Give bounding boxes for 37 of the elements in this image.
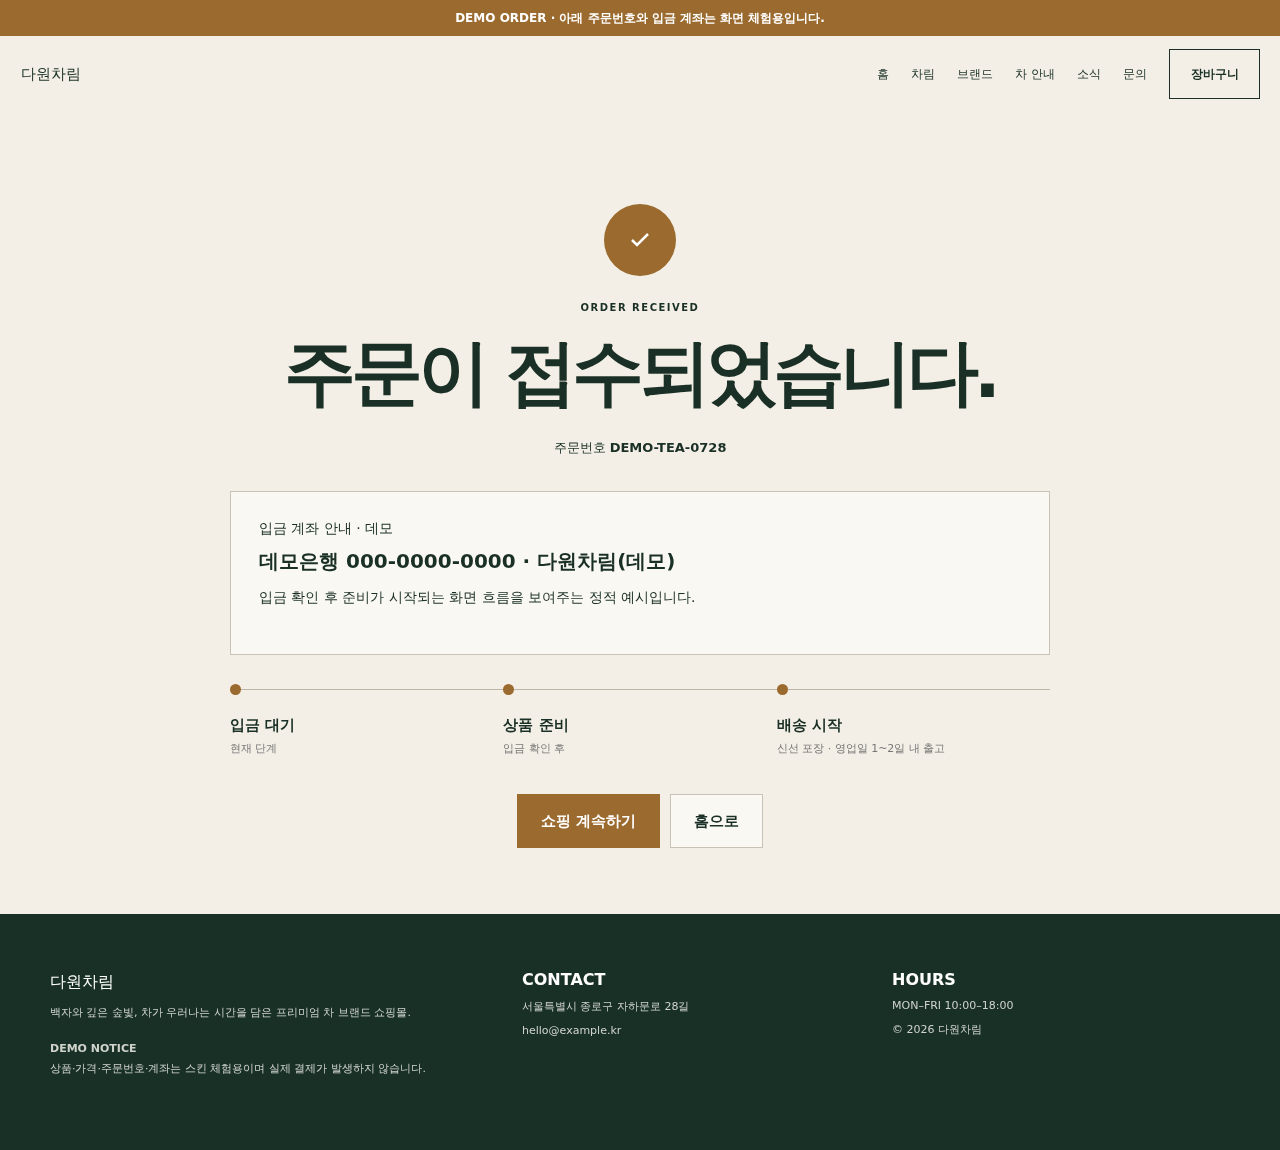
site-logo[interactable]: 다원차림 xyxy=(21,64,81,84)
nav-link[interactable]: 차 안내 xyxy=(1015,65,1055,83)
footer-text: MON–FRI 10:00–18:00 xyxy=(892,999,1015,1012)
step-dot xyxy=(230,684,241,695)
page-title: 주문이 접수되었습니다. xyxy=(283,329,997,416)
cart-button[interactable]: 장바구니 xyxy=(1169,49,1260,99)
order-number: 주문번호 DEMO-TEA-0728 xyxy=(553,439,727,457)
notice-text: 상품·가격·주문번호·계좌는 스킨 체험용이며 실제 결제가 발생하지 않습니다. xyxy=(50,1061,427,1076)
footer-text: © 2026 다원차림 xyxy=(892,1022,983,1037)
footer-text: 서울특별시 종로구 자하문로 28길 xyxy=(522,999,691,1014)
notice-title: DEMO NOTICE xyxy=(50,1042,138,1055)
continue-shopping-button[interactable]: 쇼핑 계속하기 xyxy=(516,794,661,848)
footer-text: hello@example.kr xyxy=(522,1024,623,1037)
step-dot xyxy=(776,684,788,695)
nav-link[interactable]: 브랜드 xyxy=(957,65,994,83)
footer-heading: HOURS xyxy=(892,970,957,989)
account-number: 데모은행 000-0000-0000 · 다원차림(데모) xyxy=(259,548,677,575)
eyebrow-text: ORDER RECEIVED xyxy=(580,302,700,313)
step-title: 상품 준비 xyxy=(503,716,570,735)
step-subtitle: 신선 포장 · 영업일 1~2일 내 출고 xyxy=(776,741,947,756)
home-button[interactable]: 홈으로 xyxy=(670,794,764,848)
footer-logo: 다원차림 xyxy=(50,972,115,993)
nav-link[interactable]: 차림 xyxy=(911,65,936,83)
footer-heading: CONTACT xyxy=(522,970,607,989)
step-title: 배송 시작 xyxy=(776,716,843,735)
nav-link[interactable]: 문의 xyxy=(1123,65,1147,83)
account-label: 입금 계좌 안내 · 데모 xyxy=(259,520,395,538)
banner-text: DEMO ORDER · 아래 주문번호와 입금 계좌는 화면 체험용입니다. xyxy=(455,9,825,27)
nav-link[interactable]: 소식 xyxy=(1077,65,1101,83)
footer-tagline: 백자와 깊은 숲빛, 차가 우러나는 시간을 담은 프리미엄 차 브랜드 쇼핑몰. xyxy=(50,1005,412,1020)
nav-link[interactable]: 홈 xyxy=(877,65,890,83)
account-note: 입금 확인 후 준비가 시작되는 화면 흐름을 보여주는 정적 예시입니다. xyxy=(259,589,697,607)
step-subtitle: 현재 단계 xyxy=(230,741,279,756)
step-dot xyxy=(503,684,515,695)
step-title: 입금 대기 xyxy=(230,716,297,735)
check-icon xyxy=(629,231,651,249)
step-subtitle: 입금 확인 후 xyxy=(503,741,567,756)
